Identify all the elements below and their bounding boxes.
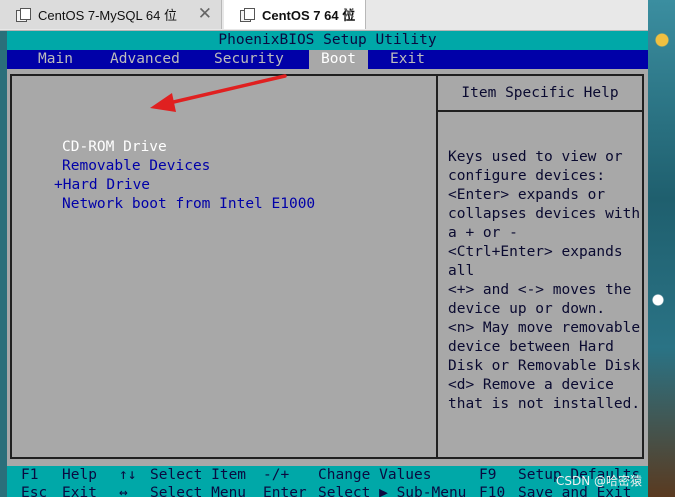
help-line: all [448,263,475,279]
bios-screen[interactable]: PhoenixBIOS Setup Utility Main Advanced … [7,31,648,497]
panel-divider [436,76,438,457]
footer-label-help: Help [62,467,97,483]
help-line: <d> Remove a device [448,377,614,393]
footer-label-exit: Exit [62,485,97,497]
tab-label: CentOS 7-MySQL 64 位 [38,8,177,23]
footer-key-leftright: ↔ [119,485,128,497]
boot-item-hard-drive[interactable]: +Hard Drive [54,176,150,195]
help-line: configure devices: [448,168,606,184]
boot-item-cdrom[interactable]: CD-ROM Drive [62,138,167,157]
menu-security[interactable]: Security [206,50,292,69]
vm-icon [16,7,31,22]
menu-main[interactable]: Main [30,50,81,69]
menu-exit[interactable]: Exit [382,50,433,69]
footer-key-plusminus: -/+ [263,467,290,483]
bios-footer: F1 Help ↑↓ Select Item -/+ Change Values… [7,466,648,497]
boot-item-network[interactable]: Network boot from Intel E1000 [62,195,315,214]
close-icon[interactable]: ✕ [342,4,356,24]
help-text: Keys used to view or configure devices: <E… [448,148,641,414]
footer-label-select-menu: Select Menu [150,485,247,497]
help-line: a + or - [448,225,518,241]
tab-centos-7[interactable]: CentOS 7 64 位 ✕ [224,0,366,29]
help-line: <Ctrl+Enter> expands [448,244,623,260]
footer-key-f10: F10 [479,485,506,497]
desktop-background [648,0,675,497]
help-line: that is not installed. [448,396,641,412]
help-line: <n> May move removable [448,320,641,336]
help-line: device up or down. [448,301,606,317]
help-line: device between Hard [448,339,614,355]
footer-key-updown: ↑↓ [119,467,137,483]
menu-boot[interactable]: Boot [309,50,368,69]
close-icon[interactable]: ✕ [198,4,212,24]
vm-icon [240,7,255,22]
help-title: Item Specific Help [438,76,642,112]
help-line: <Enter> expands or [448,187,606,203]
footer-label-select-submenu: Select ▶ Sub-Menu [318,485,467,497]
bios-menubar: Main Advanced Security Boot Exit [7,50,648,69]
help-line: collapses devices with [448,206,641,222]
menu-advanced[interactable]: Advanced [102,50,188,69]
footer-key-f9: F9 [479,467,497,483]
vm-tab-bar: CentOS 7-MySQL 64 位 ✕ CentOS 7 64 位 ✕ [0,0,648,31]
help-line: <+> and <-> moves the [448,282,632,298]
help-line: Disk or Removable Disk [448,358,641,374]
footer-label-select-item: Select Item [150,467,247,483]
boot-item-removable[interactable]: Removable Devices [62,157,210,176]
footer-key-f1: F1 [21,467,39,483]
watermark: CSDN @哈密猿 [556,474,643,488]
help-line: Keys used to view or [448,149,623,165]
bios-title: PhoenixBIOS Setup Utility [7,31,648,50]
footer-label-change-values: Change Values [318,467,432,483]
tab-centos-mysql[interactable]: CentOS 7-MySQL 64 位 ✕ [0,0,222,29]
footer-key-enter: Enter [263,485,307,497]
boot-panel: CD-ROM Drive Removable Devices +Hard Dri… [10,74,644,459]
footer-key-esc: Esc [21,485,48,497]
